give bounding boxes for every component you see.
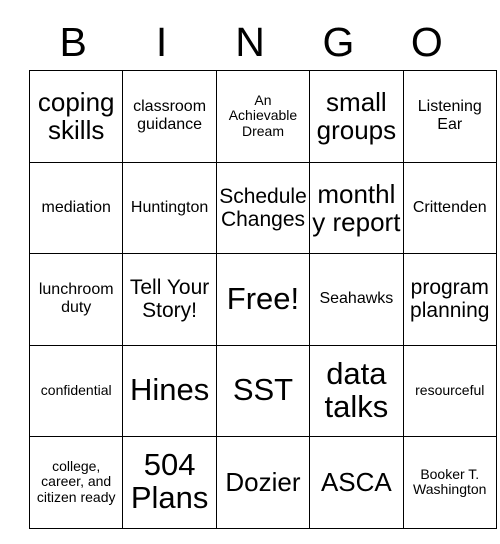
bingo-cell[interactable]: 504 Plans: [122, 436, 217, 529]
bingo-row: college, career, and citizen ready 504 P…: [28, 436, 497, 529]
bingo-row: coping skills classroom guidance An Achi…: [28, 70, 497, 163]
bingo-cell-label: SST: [232, 372, 294, 408]
bingo-cell-label: data talks: [324, 355, 389, 424]
bingo-cell[interactable]: mediation: [28, 161, 124, 254]
bingo-cell[interactable]: college, career, and citizen ready: [28, 436, 124, 529]
header-letter-b: B: [59, 18, 87, 65]
bingo-cell-label: Booker T. Washington: [413, 465, 487, 498]
bingo-cell[interactable]: monthly report: [309, 161, 404, 254]
bingo-row: mediation Huntington Schedule Changes mo…: [28, 161, 497, 254]
bingo-cell[interactable]: resourceful: [402, 344, 497, 437]
header-letter-i: I: [155, 18, 168, 65]
bingo-cell-label: Schedule Changes: [219, 184, 307, 231]
bingo-cell[interactable]: SST: [215, 344, 311, 437]
bingo-cell[interactable]: ASCA: [309, 436, 404, 529]
bingo-cell-label: An Achievable Dream: [228, 91, 298, 140]
bingo-cell[interactable]: Tell Your Story!: [122, 253, 217, 346]
bingo-free-label: Free!: [226, 280, 300, 316]
bingo-cell[interactable]: Dozier: [215, 436, 311, 529]
bingo-cell-label: classroom guidance: [133, 98, 207, 134]
bingo-cell[interactable]: An Achievable Dream: [215, 70, 311, 163]
bingo-cell-label: Seahawks: [319, 290, 394, 308]
bingo-cell[interactable]: Hines: [122, 344, 217, 437]
bingo-cell[interactable]: Listening Ear: [402, 70, 497, 163]
bingo-cell[interactable]: small groups: [309, 70, 404, 163]
bingo-cell[interactable]: Booker T. Washington: [402, 436, 497, 529]
bingo-cell[interactable]: Schedule Changes: [215, 161, 311, 254]
bingo-cell-label: Dozier: [225, 467, 301, 498]
bingo-cell[interactable]: coping skills: [28, 70, 124, 163]
bingo-cell-label: ASCA: [320, 467, 392, 498]
bingo-row: lunchroom duty Tell Your Story! Free! Se…: [28, 253, 497, 346]
bingo-cell-label: 504 Plans: [130, 447, 209, 516]
bingo-cell-label: Listening Ear: [417, 98, 482, 134]
header-letter-o: O: [410, 18, 443, 65]
header-letter-n: N: [235, 18, 265, 65]
bingo-cell-label: resourceful: [415, 381, 485, 398]
bingo-cell-label: college, career, and citizen ready: [36, 457, 116, 506]
bingo-cell-label: small groups: [316, 87, 397, 146]
bingo-cell-label: program planning: [410, 276, 490, 323]
bingo-cell-label: Tell Your Story!: [129, 276, 210, 323]
header-letter-g: G: [322, 18, 355, 65]
bingo-cell[interactable]: Seahawks: [309, 253, 404, 346]
bingo-cell-label: lunchroom duty: [38, 281, 114, 317]
bingo-cell-label: mediation: [41, 198, 111, 216]
bingo-header-row: B I N G O: [29, 14, 471, 70]
bingo-cell[interactable]: data talks: [309, 344, 404, 437]
bingo-cell-label: Hines: [129, 372, 210, 408]
bingo-cell[interactable]: confidential: [28, 344, 124, 437]
bingo-cell-label: confidential: [40, 381, 112, 398]
bingo-grid: coping skills classroom guidance An Achi…: [28, 70, 497, 529]
bingo-cell-label: monthly report: [312, 178, 401, 237]
bingo-cell[interactable]: classroom guidance: [122, 70, 217, 163]
bingo-cell-free[interactable]: Free!: [215, 253, 311, 346]
bingo-cell-label: coping skills: [37, 87, 115, 146]
bingo-cell[interactable]: lunchroom duty: [28, 253, 124, 346]
bingo-card: B I N G O coping skills classroom guidan…: [28, 14, 497, 529]
bingo-cell-label: Huntington: [130, 198, 209, 216]
bingo-cell-label: Crittenden: [412, 198, 487, 216]
bingo-cell[interactable]: program planning: [402, 253, 497, 346]
bingo-row: confidential Hines SST data talks resour…: [28, 344, 497, 437]
bingo-cell[interactable]: Crittenden: [402, 161, 497, 254]
bingo-cell[interactable]: Huntington: [122, 161, 217, 254]
